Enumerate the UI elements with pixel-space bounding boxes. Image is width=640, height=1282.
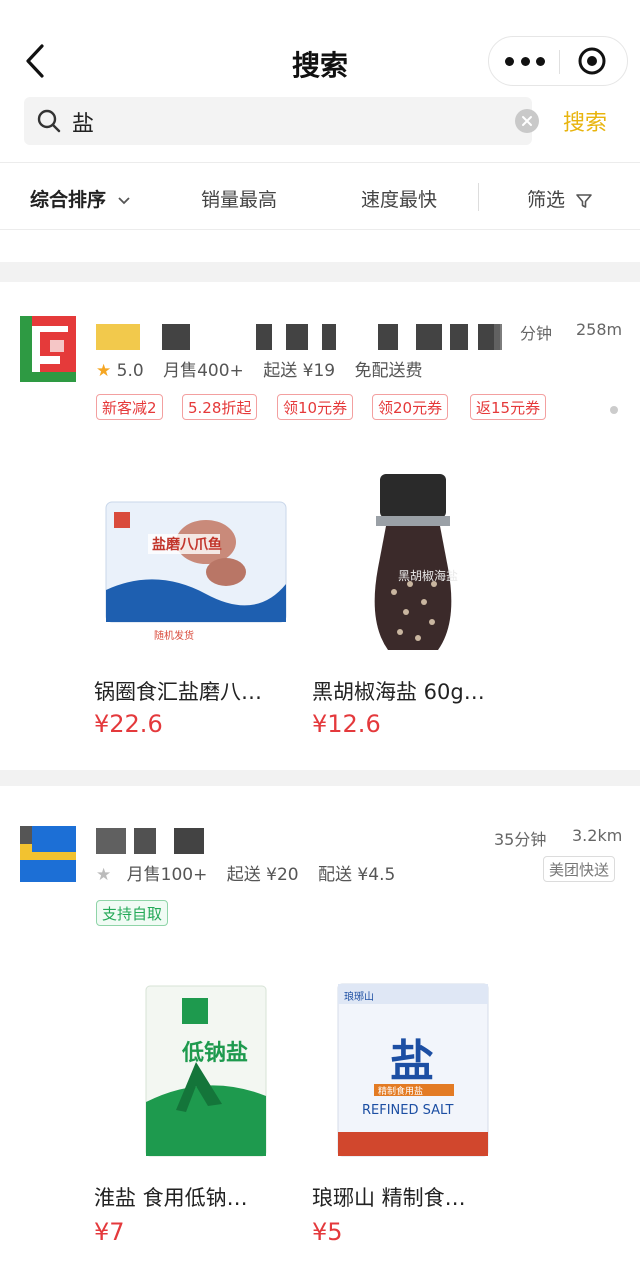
delivery-badge: 美团快送: [543, 856, 616, 882]
filter-divider: [478, 183, 479, 211]
product-image-octopus[interactable]: 盐磨八爪鱼 随机发货: [96, 472, 296, 672]
filter-sales-highest[interactable]: 销量最高: [201, 185, 277, 212]
package-label: 盐: [390, 1036, 434, 1087]
store-meta: ★ 5.0 月售400+ 起送 ¥19 免配送费: [96, 356, 422, 381]
store-card[interactable]: 35分钟 3.2km ★ 月售100+ 起送 ¥20 配送 ¥4.5 美团快送 …: [0, 786, 640, 1282]
expand-dot[interactable]: [610, 406, 618, 414]
delivery-fee: 免配送费: [354, 361, 423, 381]
product-price: ¥5: [312, 1218, 343, 1246]
package-en: REFINED SALT: [362, 1103, 453, 1118]
navigation-bar: 搜索: [0, 0, 640, 96]
cashback-tag: 返15元券: [470, 394, 547, 420]
search-input[interactable]: 盐: [24, 97, 539, 145]
delivery-time: 分钟: [520, 324, 553, 343]
mini-program-capsule: [488, 36, 628, 86]
store-logo: [20, 826, 76, 882]
package-brand: 琅琊山: [344, 990, 374, 1003]
section-gap: [0, 770, 640, 786]
close-target-icon[interactable]: [577, 46, 607, 76]
store-logo: [20, 316, 76, 382]
coupon-tag[interactable]: 领10元券: [277, 394, 354, 420]
min-order: 起送 ¥20: [226, 865, 299, 885]
store-card[interactable]: 分钟 258m ★ 5.0 月售400+ 起送 ¥19 免配送费 新客减2 5.…: [0, 282, 640, 770]
package-label: 低钠盐: [181, 1041, 248, 1066]
promo-tag: 5.28折起: [182, 394, 258, 420]
filter-bar: 综合排序 销量最高 速度最快 筛选: [0, 162, 640, 230]
distance: 3.2km: [572, 826, 623, 845]
product-image-pepper-grinder[interactable]: 黑胡椒海盐: [314, 472, 514, 672]
package-note: 随机发货: [154, 629, 194, 642]
distance: 258m: [576, 320, 623, 339]
filter-label: 综合排序: [30, 189, 107, 211]
search-icon: [37, 109, 61, 133]
product-image-low-sodium-salt[interactable]: 低钠盐: [96, 972, 296, 1172]
product-name[interactable]: 锅圈食汇盐磨八…: [94, 676, 262, 706]
package-label: 盐磨八爪鱼: [152, 536, 222, 553]
product-name[interactable]: 黑胡椒海盐 60g…: [312, 676, 485, 706]
delivery-fee: 配送 ¥4.5: [318, 865, 396, 885]
monthly-sales: 月售400+: [163, 361, 244, 381]
filter-screen[interactable]: 筛选: [527, 185, 593, 212]
more-icon[interactable]: [505, 49, 545, 73]
package-label: 黑胡椒海盐: [398, 568, 458, 583]
clear-icon[interactable]: [515, 109, 539, 133]
product-name[interactable]: 琅琊山 精制食…: [312, 1182, 466, 1212]
search-query-text: 盐: [72, 112, 95, 137]
chevron-down-icon: [118, 196, 130, 204]
rating: 5.0: [116, 361, 144, 381]
product-price: ¥22.6: [94, 710, 163, 738]
coupon-tag[interactable]: 领20元券: [372, 394, 449, 420]
store-meta: ★ 月售100+ 起送 ¥20 配送 ¥4.5: [96, 860, 395, 885]
min-order: 起送 ¥19: [263, 361, 336, 381]
delivery-time: 35分钟: [494, 830, 547, 849]
filter-speed-fastest[interactable]: 速度最快: [361, 185, 437, 212]
star-icon: ★: [96, 361, 112, 381]
product-image-refined-salt[interactable]: 琅琊山 盐 精制食用盐 REFINED SALT: [314, 972, 514, 1172]
filter-sort-comprehensive[interactable]: 综合排序: [30, 185, 131, 212]
filter-label: 筛选: [527, 189, 566, 211]
section-gap: [0, 262, 640, 282]
promo-tag: 新客减2: [96, 394, 163, 420]
star-icon: ★: [96, 865, 112, 885]
pickup-tag: 支持自取: [96, 900, 169, 926]
product-price: ¥12.6: [312, 710, 381, 738]
capsule-divider: [559, 50, 560, 74]
store-name-pixelated: [96, 828, 216, 854]
package-sub: 精制食用盐: [378, 1085, 423, 1097]
product-name[interactable]: 淮盐 食用低钠…: [94, 1182, 248, 1212]
monthly-sales: 月售100+: [126, 865, 208, 885]
store-name-pixelated: [96, 324, 502, 350]
funnel-icon: [576, 193, 592, 208]
product-price: ¥7: [94, 1218, 125, 1246]
search-button[interactable]: 搜索: [563, 105, 607, 137]
